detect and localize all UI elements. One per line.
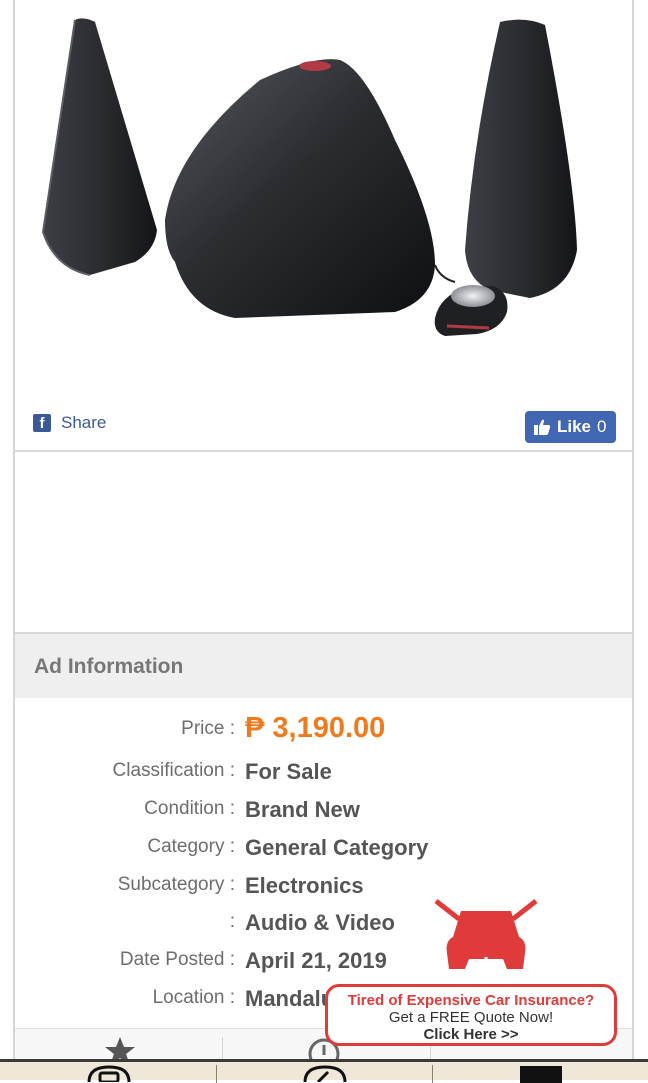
promo-bubble[interactable]: Tired of Expensive Car Insurance? Get a … bbox=[325, 984, 617, 1046]
info-value: For Sale bbox=[245, 759, 332, 784]
promo-cta[interactable]: Click Here >> bbox=[328, 1026, 614, 1043]
info-label: Date Posted : bbox=[119, 949, 235, 970]
product-photo[interactable] bbox=[15, 0, 632, 400]
info-row-category: Category : General Category bbox=[15, 835, 632, 870]
star-icon[interactable] bbox=[103, 1035, 137, 1061]
info-label: Subcategory : bbox=[117, 874, 235, 895]
ad-info-title: Ad Information bbox=[34, 655, 184, 678]
promo-headline: Tired of Expensive Car Insurance? bbox=[347, 992, 595, 1009]
nav-separator bbox=[432, 1065, 433, 1083]
info-value: Brand New bbox=[245, 797, 360, 822]
info-label: Condition : bbox=[144, 798, 235, 819]
like-button[interactable]: Like 0 bbox=[525, 411, 616, 443]
like-count: 0 bbox=[597, 417, 607, 436]
info-label: : bbox=[229, 911, 235, 932]
info-label: Location : bbox=[152, 987, 235, 1008]
like-label: Like bbox=[557, 417, 592, 436]
ad-slot bbox=[15, 452, 632, 632]
info-label: Classification : bbox=[112, 760, 236, 781]
bottom-navigation bbox=[0, 1059, 648, 1083]
edit-icon[interactable] bbox=[302, 1064, 348, 1082]
info-value: General Category bbox=[245, 835, 429, 860]
info-row-price: Price : ₱ 3,190.00 bbox=[15, 712, 632, 752]
message-icon[interactable] bbox=[86, 1064, 132, 1082]
info-value: Electronics bbox=[245, 873, 364, 898]
promo-subline: Get a FREE Quote Now! bbox=[388, 1009, 554, 1026]
thumbs-up-icon bbox=[534, 419, 551, 435]
facebook-icon: f bbox=[33, 414, 51, 432]
nav-separator bbox=[216, 1065, 217, 1083]
info-label: Price : bbox=[181, 718, 235, 739]
info-row-classification: Classification : For Sale bbox=[15, 759, 632, 794]
ad-info-header: Ad Information bbox=[15, 634, 632, 698]
share-bar: f Share Like 0 bbox=[15, 400, 632, 450]
tab-separator bbox=[222, 1037, 223, 1061]
info-label: Category : bbox=[147, 836, 235, 857]
price-value: ₱ 3,190.00 bbox=[245, 712, 386, 744]
share-button[interactable]: f Share bbox=[33, 413, 106, 433]
speaker-set-image bbox=[41, 18, 577, 336]
share-label: Share bbox=[61, 413, 107, 432]
info-row-condition: Condition : Brand New bbox=[15, 797, 632, 832]
car-insurance-promo[interactable]: Tired of Expensive Car Insurance? Get a … bbox=[323, 897, 623, 1055]
car-icon bbox=[434, 899, 538, 992]
account-icon[interactable] bbox=[520, 1066, 562, 1083]
